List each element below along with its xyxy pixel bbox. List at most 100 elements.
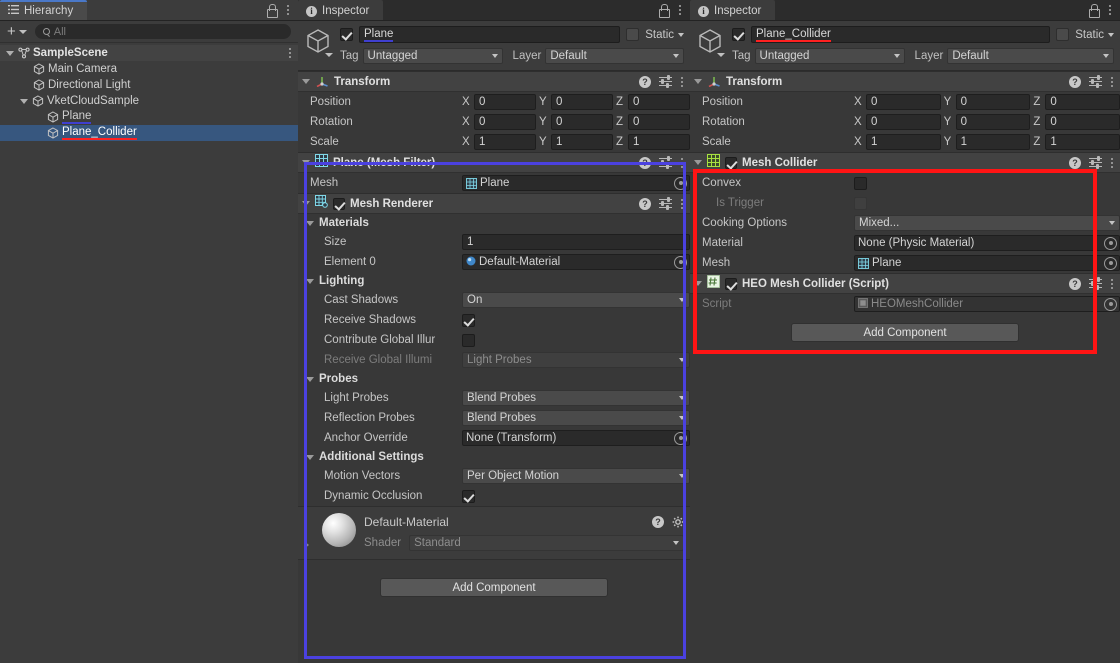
chevron-down-icon[interactable]: [302, 160, 310, 165]
kebab-menu-icon[interactable]: [680, 158, 684, 168]
heo-script-enabled-checkbox[interactable]: [725, 278, 737, 290]
kebab-menu-icon[interactable]: [1110, 158, 1114, 168]
motion-vectors-dropdown[interactable]: Per Object Motion: [462, 468, 690, 484]
scale-y-input[interactable]: 1: [956, 134, 1031, 150]
kebab-menu-icon[interactable]: [288, 48, 292, 58]
kebab-menu-icon[interactable]: [1110, 77, 1114, 87]
kebab-menu-icon[interactable]: [1110, 279, 1114, 289]
scale-x-input[interactable]: 1: [866, 134, 941, 150]
object-picker-icon[interactable]: [1104, 257, 1117, 270]
preset-icon[interactable]: [1089, 76, 1102, 88]
cast-shadows-dropdown[interactable]: On: [462, 292, 690, 308]
section-lighting[interactable]: Lighting: [298, 272, 690, 290]
rotation-z-input[interactable]: 0: [1045, 114, 1120, 130]
rotation-x-input[interactable]: 0: [866, 114, 941, 130]
scale-y-input[interactable]: 1: [551, 134, 613, 150]
cooking-options-dropdown[interactable]: Mixed...: [854, 215, 1120, 231]
dynamic-occlusion-checkbox[interactable]: [462, 490, 475, 503]
help-icon[interactable]: ?: [639, 157, 651, 169]
help-icon[interactable]: ?: [639, 76, 651, 88]
static-dropdown-left[interactable]: Static: [645, 29, 684, 41]
section-materials[interactable]: Materials: [298, 214, 690, 232]
static-checkbox-right[interactable]: [1056, 28, 1069, 41]
component-header-mesh-renderer[interactable]: Mesh Renderer ?: [298, 193, 690, 214]
position-z-input[interactable]: 0: [628, 94, 690, 110]
section-additional-settings[interactable]: Additional Settings: [298, 448, 690, 466]
tag-dropdown-left[interactable]: Untagged: [363, 48, 503, 64]
convex-checkbox[interactable]: [854, 177, 867, 190]
element0-object-field[interactable]: Default-Material: [462, 254, 690, 270]
hierarchy-item-plane[interactable]: Plane: [0, 109, 298, 125]
static-checkbox-left[interactable]: [626, 28, 639, 41]
lock-icon[interactable]: [658, 4, 669, 16]
scale-z-input[interactable]: 1: [1045, 134, 1120, 150]
help-icon[interactable]: ?: [652, 516, 664, 528]
gameobject-name-input-right[interactable]: Plane_Collider: [751, 26, 1050, 43]
component-header-transform-right[interactable]: Transform ?: [690, 71, 1120, 92]
position-y-input[interactable]: 0: [551, 94, 613, 110]
chevron-down-icon[interactable]: [6, 51, 14, 56]
collider-mesh-object-field[interactable]: Plane: [854, 255, 1120, 271]
static-dropdown-right[interactable]: Static: [1075, 29, 1114, 41]
hierarchy-item-directional-light[interactable]: Directional Light: [0, 77, 298, 93]
component-header-mesh-filter[interactable]: Plane (Mesh Filter) ?: [298, 152, 690, 173]
section-probes[interactable]: Probes: [298, 370, 690, 388]
component-header-mesh-collider[interactable]: Mesh Collider ?: [690, 152, 1120, 173]
chevron-down-icon[interactable]: [694, 79, 702, 84]
rotation-z-input[interactable]: 0: [628, 114, 690, 130]
help-icon[interactable]: ?: [639, 198, 651, 210]
hierarchy-item-samplescene[interactable]: SampleScene: [0, 45, 298, 61]
kebab-menu-icon[interactable]: [680, 199, 684, 209]
gear-icon[interactable]: [672, 516, 684, 528]
tab-inspector-right[interactable]: i Inspector: [690, 0, 775, 20]
hierarchy-item-vketcloudsample[interactable]: VketCloudSample: [0, 93, 298, 109]
shader-dropdown-left[interactable]: Standard: [409, 535, 684, 551]
preset-icon[interactable]: [659, 198, 672, 210]
mesh-renderer-enabled-checkbox[interactable]: [333, 198, 345, 210]
position-y-input[interactable]: 0: [956, 94, 1031, 110]
component-header-transform-left[interactable]: Transform ?: [298, 71, 690, 92]
preset-icon[interactable]: [1089, 278, 1102, 290]
preset-icon[interactable]: [1089, 157, 1102, 169]
scale-z-input[interactable]: 1: [628, 134, 690, 150]
position-z-input[interactable]: 0: [1045, 94, 1120, 110]
kebab-menu-icon[interactable]: [1108, 5, 1112, 15]
preset-icon[interactable]: [659, 76, 672, 88]
object-picker-icon[interactable]: [1104, 237, 1117, 250]
position-x-input[interactable]: 0: [474, 94, 536, 110]
reflection-probes-dropdown[interactable]: Blend Probes: [462, 410, 690, 426]
tab-hierarchy[interactable]: Hierarchy: [0, 0, 87, 20]
hierarchy-item-main-camera[interactable]: Main Camera: [0, 61, 298, 77]
tab-inspector-left[interactable]: i Inspector: [298, 0, 383, 20]
search-input[interactable]: All: [35, 24, 291, 39]
lock-icon[interactable]: [266, 4, 277, 16]
kebab-menu-icon[interactable]: [286, 5, 290, 15]
layer-dropdown-right[interactable]: Default: [947, 48, 1114, 64]
help-icon[interactable]: ?: [1069, 278, 1081, 290]
add-component-button-right[interactable]: Add Component: [791, 323, 1019, 342]
chevron-down-icon[interactable]: [694, 160, 702, 165]
create-button[interactable]: +: [7, 25, 27, 38]
rotation-y-input[interactable]: 0: [551, 114, 613, 130]
add-component-button-left[interactable]: Add Component: [380, 578, 608, 597]
chevron-down-icon[interactable]: [302, 79, 310, 84]
anchor-override-object-field[interactable]: None (Transform): [462, 430, 690, 446]
chevron-down-icon[interactable]: [694, 281, 702, 286]
physic-material-object-field[interactable]: None (Physic Material): [854, 235, 1120, 251]
help-icon[interactable]: ?: [1069, 157, 1081, 169]
hierarchy-item-plane-collider[interactable]: Plane_Collider: [0, 125, 298, 141]
component-header-heo-mesh-collider[interactable]: HEO Mesh Collider (Script) ?: [690, 273, 1120, 294]
gameobject-name-input-left[interactable]: Plane: [359, 26, 620, 43]
mesh-collider-enabled-checkbox[interactable]: [725, 157, 737, 169]
object-picker-icon[interactable]: [674, 177, 687, 190]
gameobject-enabled-checkbox-right[interactable]: [732, 28, 745, 41]
position-x-input[interactable]: 0: [866, 94, 941, 110]
tag-dropdown-right[interactable]: Untagged: [755, 48, 905, 64]
layer-dropdown-left[interactable]: Default: [545, 48, 684, 64]
rotation-y-input[interactable]: 0: [956, 114, 1031, 130]
chevron-down-icon[interactable]: [302, 201, 310, 206]
light-probes-dropdown[interactable]: Blend Probes: [462, 390, 690, 406]
gameobject-enabled-checkbox-left[interactable]: [340, 28, 353, 41]
size-input[interactable]: 1: [462, 234, 690, 250]
kebab-menu-icon[interactable]: [680, 77, 684, 87]
